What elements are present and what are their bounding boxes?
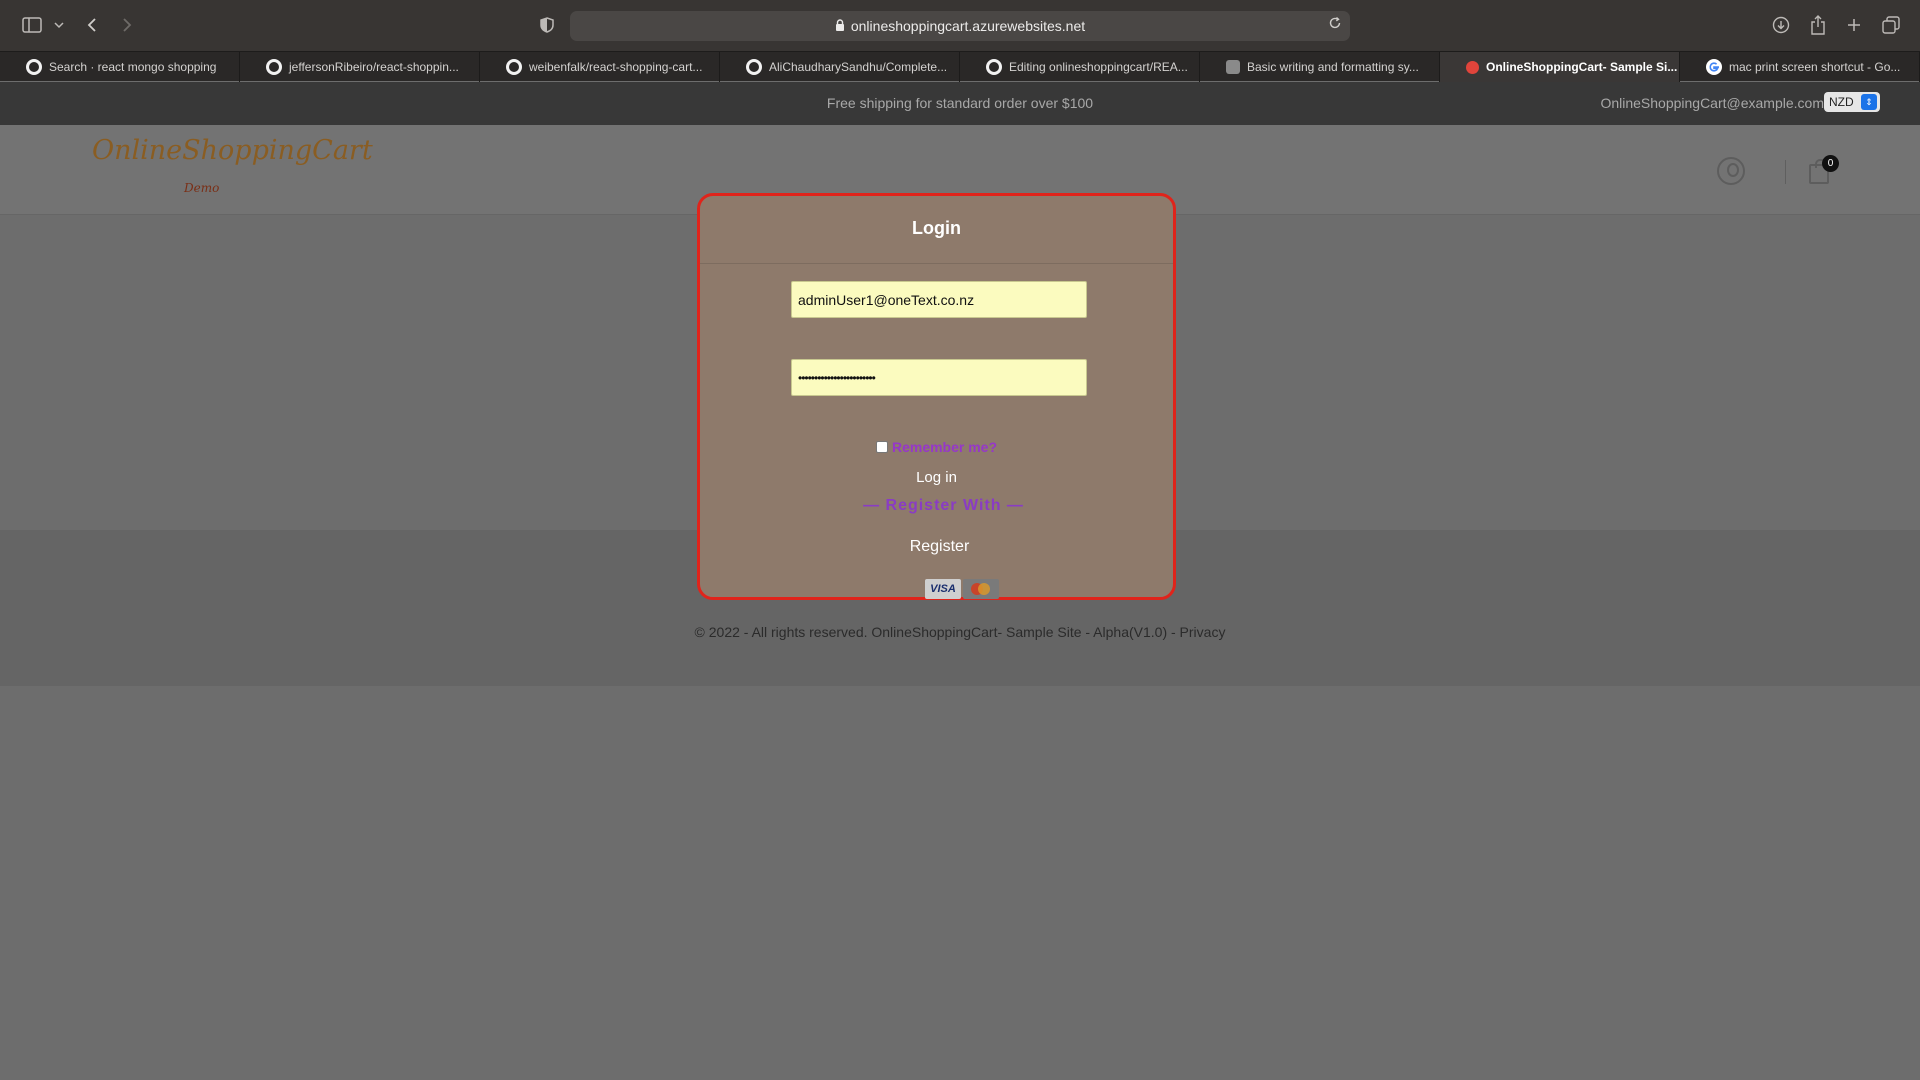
lock-icon bbox=[835, 18, 845, 34]
remember-me-checkbox[interactable] bbox=[875, 441, 888, 453]
tab-search-react-mongo[interactable]: Search · react mongo shopping bbox=[0, 52, 240, 82]
email-field[interactable] bbox=[791, 281, 1087, 318]
tab-title: Search · react mongo shopping bbox=[49, 60, 217, 74]
tab-title: Editing onlineshoppingcart/REA... bbox=[1009, 60, 1188, 74]
tab-onlineshoppingcart[interactable]: OnlineShoppingCart- Sample Si... bbox=[1440, 52, 1680, 82]
github-icon bbox=[266, 59, 282, 75]
user-account-icon[interactable] bbox=[1717, 157, 1745, 185]
tab-title: OnlineShoppingCart- Sample Si... bbox=[1486, 60, 1678, 74]
download-icon[interactable] bbox=[1770, 12, 1792, 38]
github-icon bbox=[26, 59, 42, 75]
modal-divider bbox=[700, 263, 1173, 264]
register-with-heading: — Register With — bbox=[863, 497, 1024, 514]
chevron-down-icon[interactable] bbox=[52, 12, 66, 38]
cart-count-badge: 0 bbox=[1822, 155, 1839, 172]
tab-bar: Search · react mongo shopping jeffersonR… bbox=[0, 51, 1920, 82]
url-text: onlineshoppingcart.azurewebsites.net bbox=[850, 18, 1086, 34]
github-icon bbox=[986, 59, 1002, 75]
currency-value: NZD bbox=[1829, 95, 1854, 109]
mastercard-icon bbox=[963, 579, 999, 599]
reload-icon[interactable] bbox=[1328, 16, 1342, 33]
visa-card-icon: VISA bbox=[925, 579, 961, 599]
currency-select[interactable]: NZD ⇕ bbox=[1824, 92, 1880, 112]
google-icon bbox=[1706, 59, 1722, 75]
password-field[interactable] bbox=[791, 359, 1087, 396]
tab-weibenfalk[interactable]: weibenfalk/react-shopping-cart... bbox=[480, 52, 720, 82]
contact-email[interactable]: OnlineShoppingCart@example.com bbox=[1600, 95, 1824, 111]
remember-me-label[interactable]: Remember me? bbox=[892, 439, 997, 455]
tab-basic-writing[interactable]: Basic writing and formatting sy... bbox=[1200, 52, 1440, 82]
payment-cards: VISA bbox=[925, 579, 999, 599]
share-icon[interactable] bbox=[1807, 12, 1829, 38]
login-title: Login bbox=[912, 218, 961, 238]
promo-bar: Free shipping for standard order over $1… bbox=[0, 82, 1920, 125]
tab-title: Basic writing and formatting sy... bbox=[1247, 60, 1419, 74]
browser-toolbar: onlineshoppingcart.azurewebsites.net bbox=[0, 0, 1920, 51]
forward-arrow-icon[interactable] bbox=[117, 12, 137, 38]
back-arrow-icon[interactable] bbox=[82, 12, 102, 38]
tab-editing-readme[interactable]: Editing onlineshoppingcart/REA... bbox=[960, 52, 1200, 82]
tab-title: mac print screen shortcut - Go... bbox=[1729, 60, 1901, 74]
select-arrows-icon: ⇕ bbox=[1861, 94, 1877, 110]
tab-alichaudharysandhu[interactable]: AliChaudharySandhu/Complete... bbox=[720, 52, 960, 82]
footer-copyright: © 2022 - All rights reserved. OnlineShop… bbox=[694, 624, 1226, 640]
tab-title: AliChaudharySandhu/Complete... bbox=[769, 60, 948, 74]
address-bar[interactable]: onlineshoppingcart.azurewebsites.net bbox=[570, 11, 1350, 41]
tab-title: weibenfalk/react-shopping-cart... bbox=[529, 60, 703, 74]
red-dot-icon bbox=[1466, 60, 1479, 74]
mastercard-orange-circle bbox=[978, 583, 990, 595]
header-divider bbox=[1785, 160, 1786, 184]
new-tab-plus-icon[interactable] bbox=[1843, 12, 1865, 38]
site-logo[interactable]: OnlineShoppingCart bbox=[92, 135, 373, 166]
tab-title: jeffersonRibeiro/react-shoppin... bbox=[289, 60, 459, 74]
register-button[interactable]: Register bbox=[700, 538, 1173, 556]
remember-me-row: Remember me? bbox=[700, 439, 1173, 455]
generic-site-icon bbox=[1226, 60, 1240, 74]
privacy-shield-icon[interactable] bbox=[537, 12, 557, 38]
log-in-button[interactable]: Log in bbox=[700, 469, 1173, 486]
tab-overview-icon[interactable] bbox=[1880, 12, 1902, 38]
tab-jeffersonribeiro[interactable]: jeffersonRibeiro/react-shoppin... bbox=[240, 52, 480, 82]
tab-mac-print-screen[interactable]: mac print screen shortcut - Go... bbox=[1680, 52, 1920, 82]
github-icon bbox=[506, 59, 522, 75]
sidebar-toggle-icon[interactable] bbox=[20, 12, 44, 38]
github-icon bbox=[746, 59, 762, 75]
login-modal: Login Remember me? Log in — Register Wit… bbox=[697, 193, 1176, 600]
site-logo-subtitle: Demo bbox=[184, 181, 220, 195]
